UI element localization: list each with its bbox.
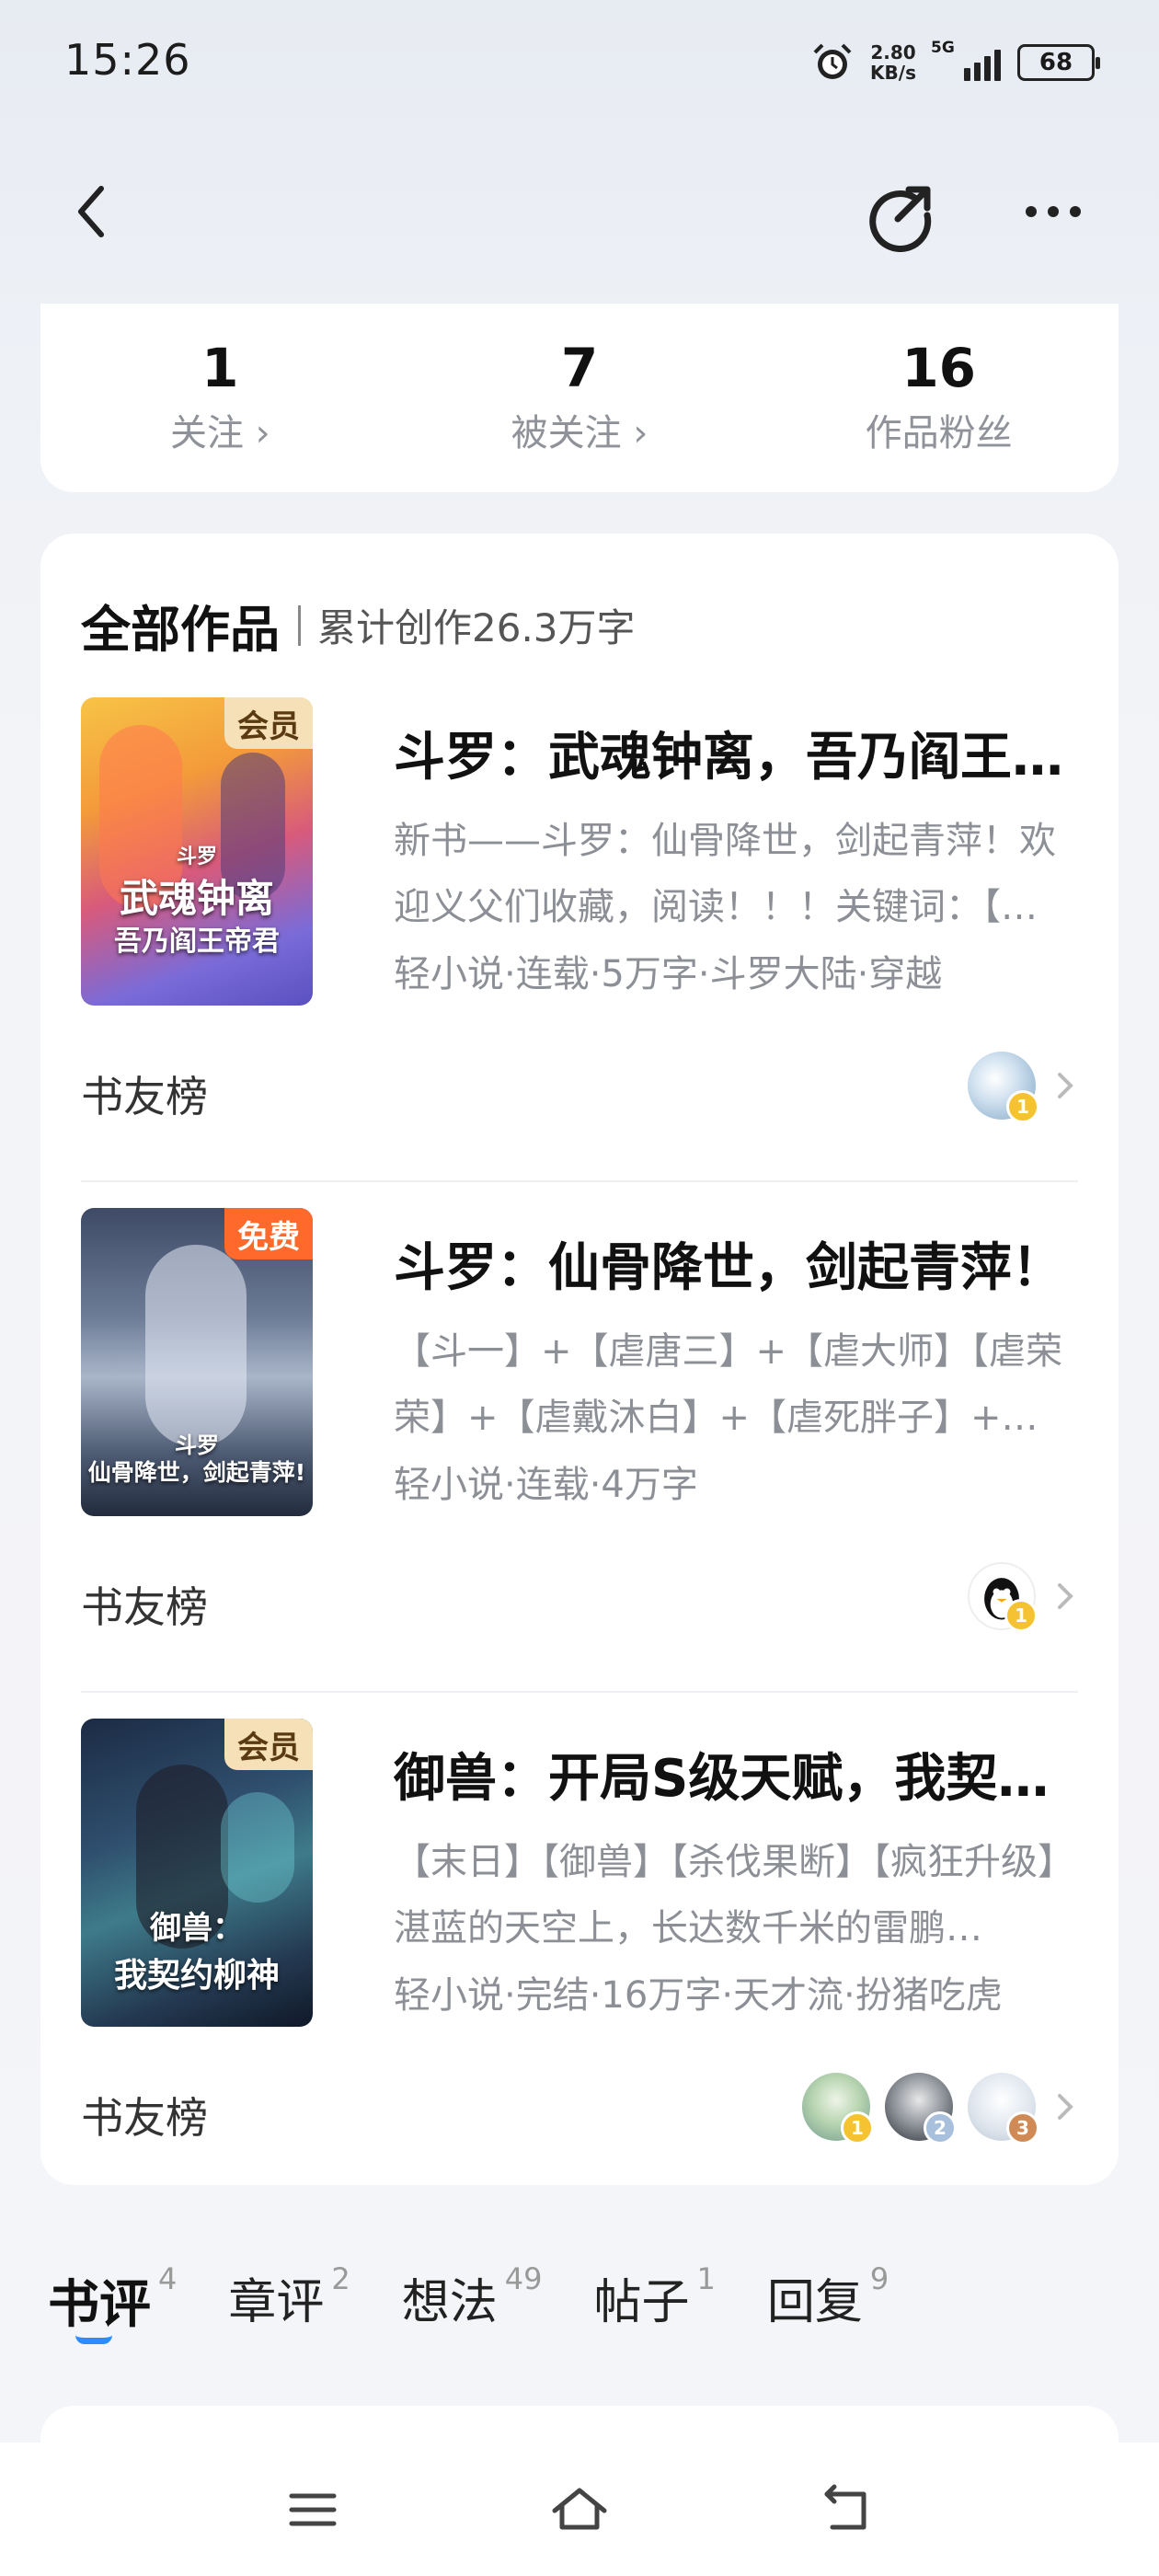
book-description: 新书——斗罗：仙骨降世，剑起青萍！欢迎义父们收藏，阅读！！！关键词：【… — [394, 820, 1056, 928]
stat-label: 关注 › — [169, 412, 270, 454]
avatar[interactable]: 1 — [968, 1052, 1039, 1123]
stat-followers[interactable]: 7 被关注 › — [400, 304, 760, 492]
return-icon[interactable] — [814, 2478, 878, 2542]
avatar[interactable]: 2 — [885, 2073, 957, 2145]
divider — [81, 1180, 1078, 1182]
network-type: 5G — [931, 39, 955, 57]
works-header: 全部作品 累计创作26.3万字 — [81, 589, 636, 661]
book-description: 【斗一】+【虐唐三】+【虐大师】【虐荣荣】+【虐戴沐白】+【虐死胖子】+… — [394, 1330, 1063, 1439]
book-cover[interactable]: 斗罗 武魂钟离 吾乃阎王帝君 会员 — [81, 697, 313, 1006]
share-icon[interactable] — [865, 178, 938, 252]
tab-label: 帖子 — [593, 2275, 690, 2330]
net-speed-value: 2.80 — [870, 41, 916, 63]
net-speed: 2.80 KB/s — [870, 42, 916, 83]
tab-posts[interactable]: 帖子 1 — [593, 2261, 716, 2332]
tab-thoughts[interactable]: 想法 49 — [401, 2261, 543, 2332]
home-icon[interactable] — [547, 2478, 612, 2542]
book-meta: 轻小说·连载·4万字 — [394, 1464, 698, 1506]
tab-replies[interactable]: 回复 9 — [766, 2261, 889, 2332]
reader-rank-avatars[interactable]: 1 — [968, 1052, 1078, 1123]
status-bar: 15:26 2.80 KB/s 5G 68 — [0, 0, 1159, 120]
divider — [81, 1691, 1078, 1693]
stat-following[interactable]: 1 关注 › — [40, 304, 400, 492]
cover-text: 吾乃阎王帝君 — [114, 926, 280, 958]
avatar[interactable]: 3 — [968, 2073, 1039, 2145]
medal-icon: 2 — [924, 2111, 957, 2145]
follow-stats-card: 1 关注 › 7 被关注 › 16 作品粉丝 — [40, 304, 1119, 492]
book-title[interactable]: 御兽：开局S级天赋，我契约… — [394, 1737, 1078, 1811]
tab-count: 1 — [696, 2261, 716, 2296]
reader-rank-label[interactable]: 书友榜 — [81, 2085, 208, 2145]
chevron-right-icon[interactable] — [1050, 1578, 1078, 1615]
status-icons: 2.80 KB/s 5G 68 — [811, 37, 1100, 88]
top-nav — [0, 166, 1159, 258]
tab-label: 想法 — [401, 2275, 498, 2330]
vip-tag: 会员 — [224, 697, 313, 749]
active-tab-indicator — [75, 2335, 112, 2344]
stat-label: 被关注 › — [511, 412, 648, 454]
chevron-right-icon[interactable] — [1050, 1067, 1078, 1104]
free-tag: 免费 — [224, 1208, 313, 1259]
more-dots-icon[interactable] — [1016, 184, 1090, 239]
medal-icon: 1 — [1004, 1599, 1038, 1632]
works-title: 全部作品 — [81, 601, 280, 659]
chevron-right-icon[interactable] — [1050, 2088, 1078, 2125]
tab-label: 章评 — [228, 2275, 325, 2330]
net-speed-unit: KB/s — [870, 62, 916, 84]
medal-icon: 1 — [841, 2111, 874, 2145]
stat-work-fans: 16 作品粉丝 — [759, 304, 1119, 492]
battery-icon: 68 — [1017, 44, 1100, 81]
cover-text: 我契约柳神 — [113, 1957, 280, 1995]
back-chevron-icon[interactable] — [64, 179, 120, 244]
tab-label: 回复 — [766, 2275, 863, 2330]
works-card: 全部作品 累计创作26.3万字 斗罗 武魂钟离 吾乃阎王帝君 会员 斗罗：武魂钟… — [40, 534, 1119, 2185]
stat-label: 作品粉丝 — [865, 412, 1013, 454]
works-subtitle: 累计创作26.3万字 — [317, 605, 636, 650]
reader-rank-avatars[interactable]: 1 — [968, 1562, 1078, 1632]
medal-icon: 1 — [1006, 1090, 1039, 1123]
stat-value: 1 — [201, 337, 239, 399]
tab-label: 书评 — [48, 2275, 151, 2335]
content-tabs: 书评 4 章评 2 想法 49 帖子 1 回复 9 — [48, 2261, 889, 2344]
cover-text: 仙骨降世，剑起青萍! — [87, 1459, 306, 1486]
book-item[interactable]: 斗罗 仙骨降世，剑起青萍! 免费 斗罗：仙骨降世，剑起青萍！ 【斗一】+【虐唐三… — [81, 1208, 1078, 1719]
stat-value: 7 — [560, 337, 599, 399]
stat-value: 16 — [901, 337, 977, 399]
tab-count: 4 — [158, 2261, 178, 2296]
cover-text: 御兽： — [150, 1910, 244, 1947]
book-meta: 轻小说·连载·5万字·斗罗大陆·穿越 — [394, 953, 943, 995]
tab-count: 9 — [869, 2261, 889, 2296]
cover-text: 武魂钟离 — [119, 876, 274, 921]
avatar[interactable]: 1 — [802, 2073, 874, 2145]
reader-rank-label[interactable]: 书友榜 — [81, 1064, 208, 1124]
reader-rank-label[interactable]: 书友榜 — [81, 1574, 208, 1635]
tab-count: 49 — [504, 2261, 543, 2296]
tab-book-reviews[interactable]: 书评 4 — [48, 2261, 178, 2344]
book-title[interactable]: 斗罗：武魂钟离，吾乃阎王… — [394, 716, 1078, 790]
book-cover[interactable]: 斗罗 仙骨降世，剑起青萍! 免费 — [81, 1208, 313, 1516]
vip-tag: 会员 — [224, 1719, 313, 1770]
signal-icon: 5G — [931, 39, 1001, 81]
battery-level: 68 — [1039, 49, 1073, 76]
reader-rank-avatars[interactable]: 1 2 3 — [802, 2073, 1078, 2145]
alarm-icon — [813, 43, 852, 79]
cover-text: 斗罗 — [176, 845, 217, 868]
tab-chapter-reviews[interactable]: 章评 2 — [228, 2261, 350, 2332]
book-title[interactable]: 斗罗：仙骨降世，剑起青萍！ — [394, 1226, 1078, 1301]
book-cover[interactable]: 御兽： 我契约柳神 会员 — [81, 1719, 313, 2027]
book-item[interactable]: 斗罗 武魂钟离 吾乃阎王帝君 会员 斗罗：武魂钟离，吾乃阎王… 新书——斗罗：仙… — [81, 697, 1078, 1208]
book-description: 【末日】【御兽】【杀伐果断】【疯狂升级】湛蓝的天空上，长达数千米的雷鹏… — [394, 1841, 1074, 1949]
tab-count: 2 — [331, 2261, 350, 2296]
avatar[interactable]: 1 — [968, 1562, 1038, 1632]
status-time: 15:26 — [64, 35, 191, 85]
menu-icon[interactable] — [281, 2478, 345, 2542]
system-nav-bar — [0, 2443, 1159, 2576]
medal-icon: 3 — [1006, 2111, 1039, 2145]
book-meta: 轻小说·完结·16万字·天才流·扮猪吃虎 — [394, 1974, 1003, 2017]
book-item[interactable]: 御兽： 我契约柳神 会员 御兽：开局S级天赋，我契约… 【末日】【御兽】【杀伐果… — [81, 1719, 1078, 2229]
divider — [298, 604, 301, 646]
